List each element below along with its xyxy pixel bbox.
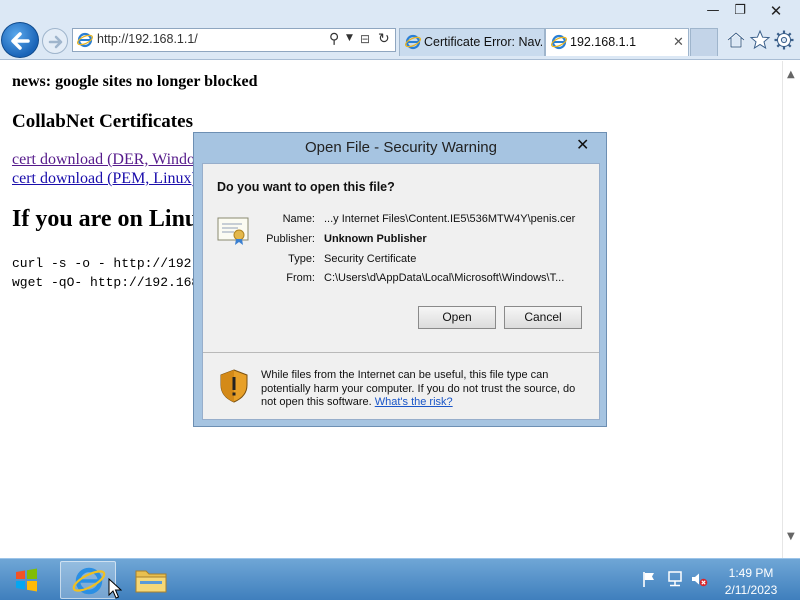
- linux-heading: If you are on Linux: [12, 206, 211, 232]
- flag-icon[interactable]: [640, 570, 658, 588]
- taskbar-explorer-button[interactable]: [128, 561, 174, 599]
- close-tab-icon[interactable]: ✕: [673, 34, 684, 50]
- maximize-button[interactable]: ❐: [725, 2, 755, 20]
- dialog-separator: [203, 352, 599, 353]
- window-close-button[interactable]: ✕: [761, 2, 791, 20]
- compatibility-icon[interactable]: ⊟: [360, 32, 370, 46]
- minimize-button[interactable]: —: [698, 2, 728, 20]
- open-button[interactable]: Open: [418, 306, 496, 329]
- scroll-down-icon[interactable]: ▼: [787, 531, 795, 542]
- network-icon[interactable]: [666, 570, 684, 588]
- whats-the-risk-link[interactable]: What's the risk?: [375, 396, 453, 408]
- dialog-title: Open File - Security Warning: [304, 139, 497, 156]
- ie-icon: [551, 34, 567, 50]
- type-label: Type:: [288, 253, 315, 265]
- home-icon[interactable]: [725, 29, 747, 51]
- warning-text: While files from the Internet can be use…: [261, 369, 591, 410]
- publisher-value: Unknown Publisher: [324, 233, 427, 245]
- security-warning-dialog: Open File - Security Warning ✕ Do you wa…: [193, 132, 607, 427]
- publisher-label: Publisher:: [266, 233, 315, 245]
- tab-label: Certificate Error: Nav...: [424, 35, 542, 49]
- forward-button[interactable]: [42, 28, 68, 54]
- chevron-down-icon[interactable]: ▼: [346, 33, 353, 43]
- vertical-scrollbar[interactable]: ▲ ▼: [782, 61, 800, 558]
- from-label: From:: [286, 272, 315, 284]
- back-arrow-icon: [11, 32, 30, 50]
- address-text[interactable]: http://192.168.1.1/: [97, 32, 198, 46]
- sound-icon[interactable]: [690, 570, 708, 588]
- tab-certificate-error[interactable]: Certificate Error: Nav...: [399, 28, 545, 56]
- cert-download-pem-link[interactable]: cert download (PEM, Linux): [12, 170, 197, 188]
- gear-icon[interactable]: [773, 29, 795, 51]
- address-bar[interactable]: http://192.168.1.1/ ⚲ ▼ ⊟ ↻: [72, 28, 396, 52]
- shield-icon: [220, 369, 248, 403]
- clock-date[interactable]: 2/11/2023: [716, 583, 786, 597]
- cancel-button[interactable]: Cancel: [504, 306, 582, 329]
- scroll-up-icon[interactable]: ▲: [787, 69, 795, 80]
- windows-logo-icon[interactable]: [4, 563, 50, 597]
- back-button[interactable]: [1, 22, 39, 58]
- name-label: Name:: [282, 213, 315, 225]
- news-line: news: google sites no longer blocked: [12, 73, 258, 90]
- dialog-body: Do you want to open this file? Name: ...…: [202, 163, 600, 420]
- folder-icon: [135, 570, 167, 593]
- forward-arrow-icon: [48, 35, 63, 49]
- name-value: ...y Internet Files\Content.IE5\536MTW4Y…: [324, 213, 576, 225]
- tab-label: 192.168.1.1: [570, 35, 637, 49]
- refresh-icon[interactable]: ↻: [378, 31, 390, 47]
- star-icon[interactable]: [749, 29, 771, 51]
- dialog-question: Do you want to open this file?: [217, 180, 395, 194]
- browser-chrome: — ❐ ✕ http://192.168.1.1/ ⚲ ▼ ⊟ ↻ Certif…: [0, 0, 800, 60]
- tab-active-page[interactable]: 192.168.1.1 ✕: [545, 28, 689, 56]
- type-value: Security Certificate: [324, 253, 417, 265]
- cert-download-der-link[interactable]: cert download (DER, Windows): [12, 151, 218, 169]
- ie-icon: [405, 34, 421, 50]
- new-tab-button[interactable]: [690, 28, 718, 56]
- clock-time[interactable]: 1:49 PM: [716, 566, 786, 580]
- search-icon[interactable]: ⚲: [329, 31, 339, 47]
- ie-icon: [77, 32, 93, 48]
- from-value: C:\Users\d\AppData\Local\Microsoft\Windo…: [324, 272, 565, 284]
- cursor-icon: [108, 578, 122, 599]
- certificates-heading: CollabNet Certificates: [12, 111, 193, 132]
- dialog-close-button[interactable]: ✕: [576, 135, 589, 154]
